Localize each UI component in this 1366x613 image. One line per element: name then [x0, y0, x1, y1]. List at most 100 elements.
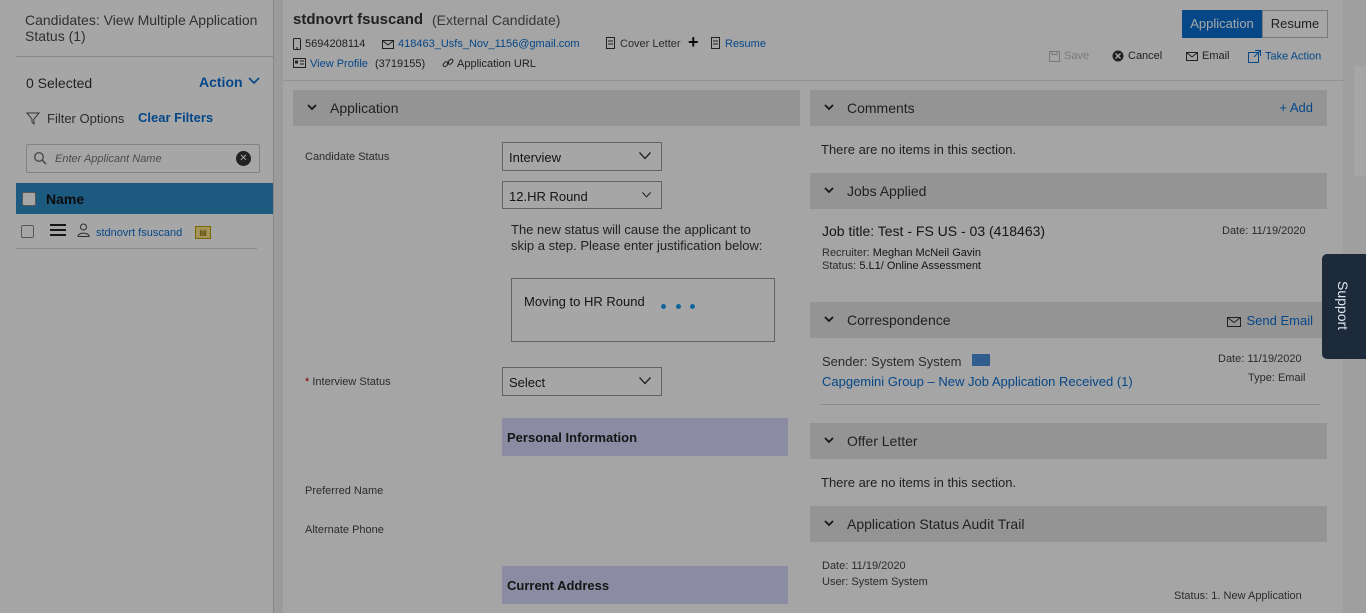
profile-card-icon[interactable]: ▤ — [195, 226, 211, 239]
clear-filters-link[interactable]: Clear Filters — [138, 110, 213, 125]
select-value: Select — [509, 375, 546, 390]
resume-link[interactable]: Resume — [725, 38, 766, 50]
recruiter-line: Recruiter: Meghan McNeil Gavin — [822, 247, 981, 259]
chevron-down-icon[interactable] — [248, 74, 260, 88]
take-action-label: Take Action — [1265, 50, 1322, 63]
status-step-select[interactable]: 12.HR Round — [502, 181, 662, 209]
audit-trail-section-header[interactable]: Application Status Audit Trail — [810, 506, 1327, 542]
link-icon — [442, 58, 454, 68]
take-action-button[interactable]: Take Action — [1248, 50, 1321, 63]
recruiter-name: Meghan McNeil Gavin — [872, 247, 981, 259]
tab-resume[interactable]: Resume — [1262, 10, 1328, 38]
divider — [16, 56, 273, 57]
section-title: Jobs Applied — [847, 183, 927, 199]
mail-icon — [382, 40, 394, 49]
cancel-label: Cancel — [1128, 50, 1163, 62]
add-comment-button[interactable]: + Add — [1279, 100, 1313, 115]
sender-line: Sender: System System — [822, 354, 962, 369]
status-value: 5.L1/ Online Assessment — [859, 260, 981, 272]
contact-card-icon[interactable] — [972, 354, 990, 366]
chevron-down-icon[interactable] — [824, 518, 834, 528]
audit-date: Date: 11/19/2020 — [822, 560, 906, 572]
tab-application[interactable]: Application — [1182, 10, 1262, 38]
personal-information-heading: Personal Information — [502, 418, 788, 456]
section-title: Application Status Audit Trail — [847, 516, 1025, 532]
action-button[interactable]: Action — [199, 74, 243, 90]
section-title: Offer Letter — [847, 433, 918, 449]
interview-status-text: Interview Status — [312, 376, 391, 388]
list-item: stdnovrt fsuscand ▤ — [16, 216, 257, 249]
section-title: Application — [330, 100, 399, 116]
chevron-down-icon[interactable] — [824, 435, 834, 445]
skip-step-warning: The new status will cause the applicant … — [511, 222, 763, 253]
divider — [820, 404, 1320, 405]
chevron-down-icon[interactable] — [824, 102, 834, 112]
audit-user: User: System System — [822, 576, 928, 588]
loading-dot — [690, 304, 695, 309]
application-url-link[interactable]: Application URL — [457, 58, 536, 70]
chevron-down-icon — [642, 192, 651, 198]
preferred-name-label: Preferred Name — [305, 485, 384, 497]
required-marker: * — [305, 376, 310, 388]
correspondence-section-header[interactable]: Correspondence Send Email — [810, 302, 1327, 338]
jobs-applied-section-header[interactable]: Jobs Applied — [810, 173, 1327, 209]
candidate-header: stdnovrt fsuscand (External Candidate) 5… — [283, 0, 1343, 81]
candidate-phone: 5694208114 — [305, 38, 366, 50]
candidate-name-link[interactable]: stdnovrt fsuscand — [96, 227, 182, 239]
application-section-header[interactable]: Application — [293, 90, 800, 126]
email-button[interactable]: Email — [1186, 50, 1230, 62]
cancel-button[interactable]: Cancel — [1112, 50, 1162, 62]
applicant-search: ✕ — [26, 144, 260, 173]
support-tab[interactable]: Support — [1322, 254, 1366, 359]
row-checkbox[interactable] — [21, 225, 34, 238]
panel-title: Candidates: View Multiple Application St… — [25, 12, 258, 44]
section-title: Correspondence — [847, 312, 951, 328]
save-label: Save — [1064, 50, 1090, 62]
scrollbar-thumb[interactable] — [1354, 66, 1366, 176]
audit-status: Status: 1. New Application — [1174, 590, 1302, 602]
chevron-down-icon[interactable] — [824, 185, 834, 195]
save-button[interactable]: Save — [1049, 50, 1089, 62]
cancel-icon — [1112, 50, 1124, 62]
menu-icon[interactable] — [50, 222, 66, 238]
candidate-name: stdnovrt fsuscand — [293, 11, 424, 28]
filter-options-link[interactable]: Filter Options — [47, 111, 124, 126]
job-status-line: Status: 5.L1/ Online Assessment — [822, 260, 981, 272]
chevron-down-icon[interactable] — [824, 314, 834, 324]
select-value: Interview — [509, 150, 562, 165]
status-label: Status: — [822, 260, 857, 272]
candidate-type: (External Candidate) — [432, 12, 561, 28]
interview-status-select[interactable]: Select — [502, 367, 662, 396]
correspondence-date: Date: 11/19/2020 — [1218, 353, 1302, 365]
correspondence-type: Type: Email — [1248, 372, 1306, 384]
applicant-name-input[interactable] — [53, 149, 237, 169]
candidate-email-link[interactable]: 418463_Usfs_Nov_1156@gmail.com — [398, 38, 580, 50]
send-email-label: Send Email — [1246, 313, 1313, 328]
support-label: Support — [1335, 281, 1351, 331]
section-title: Comments — [847, 100, 915, 116]
justification-value: Moving to HR Round — [524, 294, 645, 309]
comments-section-header[interactable]: Comments + Add — [810, 90, 1327, 126]
mail-icon — [1226, 316, 1241, 327]
current-address-heading: Current Address — [502, 566, 788, 604]
document-icon — [711, 37, 720, 49]
justification-textarea[interactable]: Moving to HR Round — [511, 278, 775, 342]
offer-letter-section-header[interactable]: Offer Letter — [810, 423, 1327, 459]
loading-dot — [661, 304, 666, 309]
filter-icon[interactable] — [26, 111, 40, 125]
select-all-checkbox[interactable] — [22, 192, 36, 206]
add-cover-letter-button[interactable]: + — [688, 32, 699, 53]
panel-splitter[interactable] — [274, 0, 283, 613]
profile-card-icon — [293, 58, 306, 68]
cover-letter-label: Cover Letter — [620, 38, 681, 50]
job-title: Job title: Test - FS US - 03 (418463) — [822, 223, 1046, 239]
view-profile-link[interactable]: View Profile — [310, 58, 368, 70]
section-heading: Current Address — [507, 578, 610, 593]
name-header-label[interactable]: Name — [46, 191, 84, 207]
send-email-button[interactable]: Send Email — [1226, 313, 1313, 328]
correspondence-subject-link[interactable]: Capgemini Group – New Job Application Re… — [822, 374, 1133, 389]
clear-search-icon[interactable]: ✕ — [236, 151, 251, 166]
candidate-status-select[interactable]: Interview — [502, 142, 662, 171]
chevron-down-icon[interactable] — [307, 102, 317, 112]
recruiter-label: Recruiter: — [822, 247, 870, 259]
